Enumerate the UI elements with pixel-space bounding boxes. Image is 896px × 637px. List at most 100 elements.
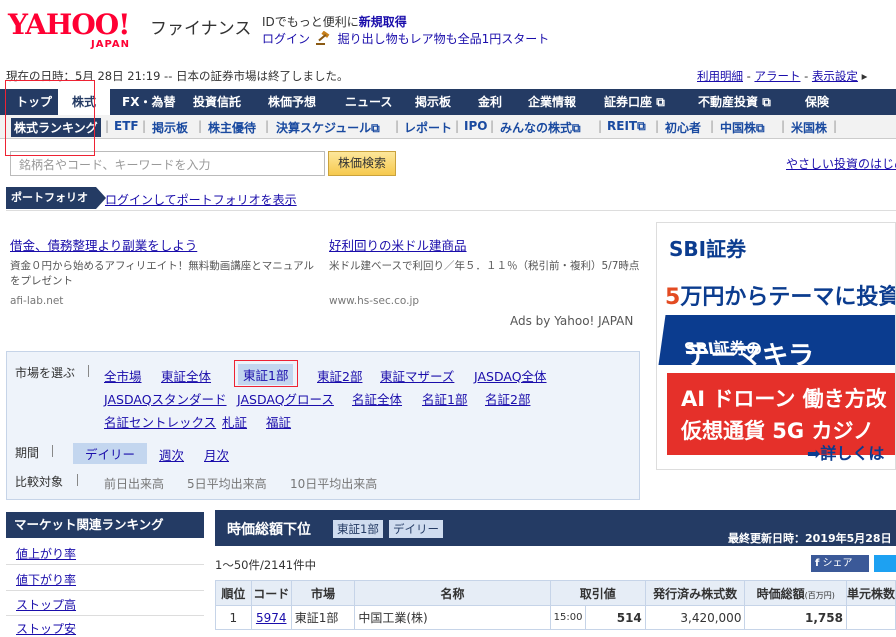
side-item-limit-down[interactable]: ストップ安 [16, 620, 76, 637]
arrow-right-icon: ➡ [807, 444, 821, 463]
period-weekly[interactable]: 週次 [159, 445, 184, 464]
market-nse2[interactable]: 名証2部 [485, 389, 530, 408]
ad-title-1[interactable]: 借金、債務整理より副業をしよう [10, 235, 197, 254]
divider: | [395, 119, 400, 133]
divider [6, 210, 896, 211]
nav-insurance[interactable]: 保険 [805, 89, 829, 115]
period-daily-selected[interactable]: デイリー [73, 443, 148, 464]
subnav-etf[interactable]: ETF [114, 119, 139, 133]
market-fse[interactable]: 福証 [266, 412, 291, 431]
login-link[interactable]: ログイン [262, 32, 310, 46]
divider [77, 474, 78, 486]
easy-invest-link[interactable]: やさしい投資のはじめ方 [786, 155, 896, 172]
nav-board[interactable]: 掲示板 [415, 89, 451, 115]
yahoo-japan-logo[interactable]: YAHOO! JAPAN [8, 8, 148, 51]
subnav-board[interactable]: 掲示板 [152, 119, 188, 136]
ad-title-2[interactable]: 好利回りの米ドル建商品 [329, 235, 467, 254]
market-nse-all[interactable]: 名証全体 [352, 389, 402, 408]
sbi-banner-ad[interactable]: SBI証券 5万円からテーマに投資で SBI証券のテーマキラ AI ドローン 働… [656, 222, 896, 470]
market-tse2[interactable]: 東証2部 [317, 366, 362, 385]
auction-promo-link[interactable]: 掘り出し物もレア物も全品1円スタート [338, 32, 550, 46]
market-selector: 市場を選ぶ 全市場 東証全体 東証1部 東証2部 東証マザーズ JASDAQ全体… [6, 351, 640, 500]
top-link-alert[interactable]: アラート [754, 69, 800, 83]
side-item-limit-up[interactable]: ストップ高 [16, 596, 76, 613]
nav-forecast[interactable]: 株価予想 [268, 89, 316, 115]
ad-url-2[interactable]: www.hs-sec.co.jp [329, 295, 419, 307]
nav-rates[interactable]: 金利 [478, 89, 502, 115]
subnav-earnings[interactable]: 決算スケジュール⧉ [276, 119, 380, 136]
divider: | [490, 119, 495, 133]
top-link-statement[interactable]: 利用明細 [697, 69, 743, 83]
ad-desc-1: 資金０円から始めるアフィリエイト！無料動画講座とマニュアルをプレゼント [10, 260, 314, 287]
table-header-row: 順位 コード 市場 名称 取引値 発行済み株式数 時価総額(百万円) 単元株数 [215, 580, 896, 606]
stock-search-button[interactable]: 株価検索 [328, 151, 396, 176]
facebook-share-button[interactable]: f シェア [811, 555, 869, 572]
period-monthly[interactable]: 月次 [204, 445, 229, 464]
last-updated: 最終更新日時：2019年5月28日 [728, 532, 892, 545]
portfolio-label: ポートフォリオ [6, 187, 106, 209]
chevron-right-icon[interactable]: ▸ [862, 69, 868, 83]
subnav-beginner[interactable]: 初心者 [665, 119, 701, 136]
subnav-minkabu[interactable]: みんなの株式⧉ [500, 119, 581, 136]
highlight-box [5, 80, 95, 156]
subnav-report[interactable]: レポート [404, 119, 452, 136]
market-jasdaq-all[interactable]: JASDAQ全体 [474, 366, 547, 385]
divider: | [455, 119, 460, 133]
banner-red-line1: AI ドローン 働き方改 [681, 387, 887, 411]
market-label: 市場を選ぶ [15, 366, 76, 380]
top-links: 利用明細 ‐ アラート ‐ 表示設定 ▸ [697, 69, 868, 83]
market-tse-all[interactable]: 東証全体 [161, 366, 211, 385]
divider: | [598, 119, 603, 133]
divider: | [710, 119, 715, 133]
subnav-benefits[interactable]: 株主優待 [208, 119, 256, 136]
subnav-ipo[interactable]: IPO [464, 119, 487, 133]
banner-theme-bar: SBI証券の テーマキラ [658, 315, 895, 371]
sub-nav: 株式ランキング | ETF | 掲示板 | 株主優待 | 決算スケジュール⧉ |… [0, 115, 896, 139]
logo-text: YAHOO! [8, 8, 130, 41]
divider [6, 615, 204, 616]
col-code: コード [250, 580, 292, 606]
nav-funds[interactable]: 投資信託 [193, 89, 241, 115]
divider: | [142, 119, 147, 133]
market-jasdaq-growth[interactable]: JASDAQグロース [237, 389, 334, 408]
banner-more: ➡詳しくは [807, 444, 885, 463]
side-item-gainers[interactable]: 値上がり率 [16, 545, 76, 562]
nav-fx[interactable]: FX・為替 [122, 89, 175, 115]
compare-prev-day: 前日出来高 [104, 477, 165, 491]
register-link[interactable]: 新規取得 [359, 15, 407, 29]
compare-label: 比較対象 [15, 475, 64, 489]
ads-by-label[interactable]: Ads by Yahoo! JAPAN [510, 314, 633, 328]
ad-url-1[interactable]: afi-lab.net [10, 295, 63, 307]
market-jasdaq-standard[interactable]: JASDAQスタンダード [104, 389, 227, 408]
subnav-us[interactable]: 米国株 [791, 119, 827, 136]
nav-realestate[interactable]: 不動産投資 ⧉ [698, 89, 771, 115]
banner-line1: 5万円からテーマに投資で [665, 285, 895, 310]
market-all[interactable]: 全市場 [104, 366, 142, 385]
ranking-header: 時価総額下位 東証1部 デイリー 最終更新日時：2019年5月28日 [215, 510, 896, 546]
nav-brokerage[interactable]: 証券口座 ⧉ [604, 89, 665, 115]
result-count: 1〜50件/2141件中 [215, 558, 317, 572]
subnav-china[interactable]: 中国株⧉ [720, 119, 765, 136]
col-unit: 単元株数 [845, 580, 896, 606]
facebook-icon: f [815, 558, 820, 569]
divider: | [198, 119, 203, 133]
divider: | [655, 119, 660, 133]
col-price: 取引値 [549, 580, 646, 606]
col-rank: 順位 [215, 580, 252, 606]
nav-company[interactable]: 企業情報 [528, 89, 576, 115]
external-link-icon: ⧉ [762, 95, 771, 109]
twitter-share-button[interactable] [874, 555, 896, 572]
top-link-settings[interactable]: 表示設定 [812, 69, 858, 83]
service-name[interactable]: ファイナンス [150, 14, 251, 39]
divider: | [105, 119, 110, 133]
market-mothers[interactable]: 東証マザーズ [380, 366, 454, 385]
compare-10day: 10日平均出来高 [290, 477, 378, 491]
subnav-reit[interactable]: REIT⧉ [607, 119, 646, 134]
market-sse[interactable]: 札証 [222, 412, 247, 431]
market-nse1[interactable]: 名証1部 [422, 389, 467, 408]
nav-news[interactable]: ニュース [345, 89, 392, 115]
portfolio-login-link[interactable]: ログインしてポートフォリオを表示 [105, 191, 297, 208]
id-promo: IDでもっと便利に新規取得 [262, 13, 407, 30]
side-item-losers[interactable]: 値下がり率 [16, 571, 76, 588]
market-centrex[interactable]: 名証セントレックス [104, 412, 216, 431]
